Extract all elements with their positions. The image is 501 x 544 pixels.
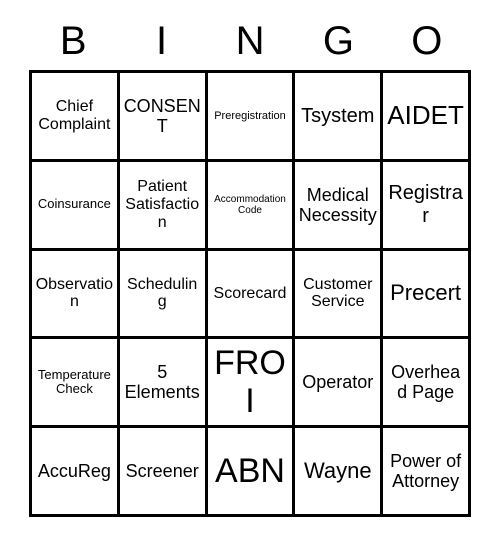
bingo-cell[interactable]: Scorecard	[207, 250, 296, 340]
bingo-cell[interactable]: Wayne	[295, 428, 384, 517]
header-letter-n: N	[235, 19, 265, 63]
header-letter-o: O	[411, 19, 443, 63]
bingo-cell-label: Accommodation Code	[214, 193, 286, 216]
bingo-cell-label: Chief Complaint	[38, 97, 111, 133]
bingo-cell[interactable]: Screener	[119, 428, 208, 517]
bingo-cell[interactable]: Observation	[32, 250, 120, 340]
bingo-cell-label: Power of Attorney	[390, 450, 462, 492]
bingo-cell[interactable]: 5 Elements	[119, 339, 208, 429]
bingo-cell-label: Precert	[390, 280, 462, 306]
bingo-cell[interactable]: Chief Complaint	[32, 73, 120, 162]
bingo-cell[interactable]: Medical Necessity	[295, 161, 384, 251]
bingo-cell-label: Temperature Check	[37, 366, 111, 397]
bingo-cell-label: Preregistration	[214, 109, 286, 122]
bingo-cell[interactable]: Patient Satisfaction	[119, 161, 208, 251]
bingo-cell-label: Scorecard	[213, 284, 287, 302]
bingo-cell[interactable]: Temperature Check	[32, 339, 120, 429]
bingo-cell-label: ABN	[215, 452, 285, 491]
bingo-cell[interactable]: Precert	[383, 250, 471, 340]
bingo-cell-label: Tsystem	[301, 104, 375, 127]
bingo-cell[interactable]: Registrar	[383, 161, 471, 251]
header-letter-g: G	[322, 19, 354, 63]
bingo-cell[interactable]: ABN	[207, 428, 296, 517]
bingo-cell-label: FROI	[214, 344, 286, 421]
bingo-cell-label: Medical Necessity	[298, 184, 377, 225]
bingo-cell-label: Coinsurance	[37, 196, 111, 212]
bingo-cell-label: CONSENT	[123, 95, 201, 136]
bingo-cell[interactable]: Coinsurance	[32, 161, 120, 251]
bingo-cell[interactable]: Customer Service	[295, 250, 384, 340]
bingo-card: B I N G O Chief Complaint CONSENT Preregis…	[0, 0, 501, 544]
bingo-cell-label: AIDET	[387, 100, 464, 131]
bingo-cell[interactable]: AIDET	[383, 73, 471, 162]
bingo-cell-label: Wayne	[303, 457, 372, 483]
bingo-cell-label: 5 Elements	[124, 362, 200, 403]
bingo-cell[interactable]: FROI	[207, 339, 296, 429]
bingo-cell[interactable]: Power of Attorney	[383, 428, 471, 517]
bingo-cell-label: Customer Service	[303, 275, 373, 311]
bingo-grid: Chief Complaint CONSENT Preregistration Tsy…	[29, 70, 471, 517]
header-letter-b: B	[59, 19, 87, 63]
bingo-cell-label: Patient Satisfaction	[125, 177, 200, 231]
bingo-cell[interactable]: AccuReg	[32, 428, 120, 517]
bingo-cell-label: Operator	[302, 372, 374, 393]
bingo-cell[interactable]: Operator	[295, 339, 384, 429]
bingo-cell[interactable]: Tsystem	[295, 73, 384, 162]
bingo-cell-label: Observation	[35, 275, 114, 311]
bingo-cell[interactable]: CONSENT	[119, 73, 208, 162]
bingo-cell-label: Scheduling	[127, 275, 198, 311]
bingo-cell-label: Screener	[125, 461, 199, 482]
bingo-cell[interactable]: Preregistration	[207, 73, 296, 162]
bingo-header-row: B I N G O	[29, 16, 471, 66]
bingo-cell[interactable]: Scheduling	[119, 250, 208, 340]
bingo-cell-label: AccuReg	[37, 461, 111, 482]
header-letter-i: I	[156, 19, 168, 63]
bingo-cell-label: Registrar	[388, 182, 463, 227]
bingo-cell[interactable]: Overhead Page	[383, 339, 471, 429]
bingo-cell[interactable]: Accommodation Code	[207, 161, 296, 251]
bingo-cell-label: Overhead Page	[391, 362, 461, 403]
